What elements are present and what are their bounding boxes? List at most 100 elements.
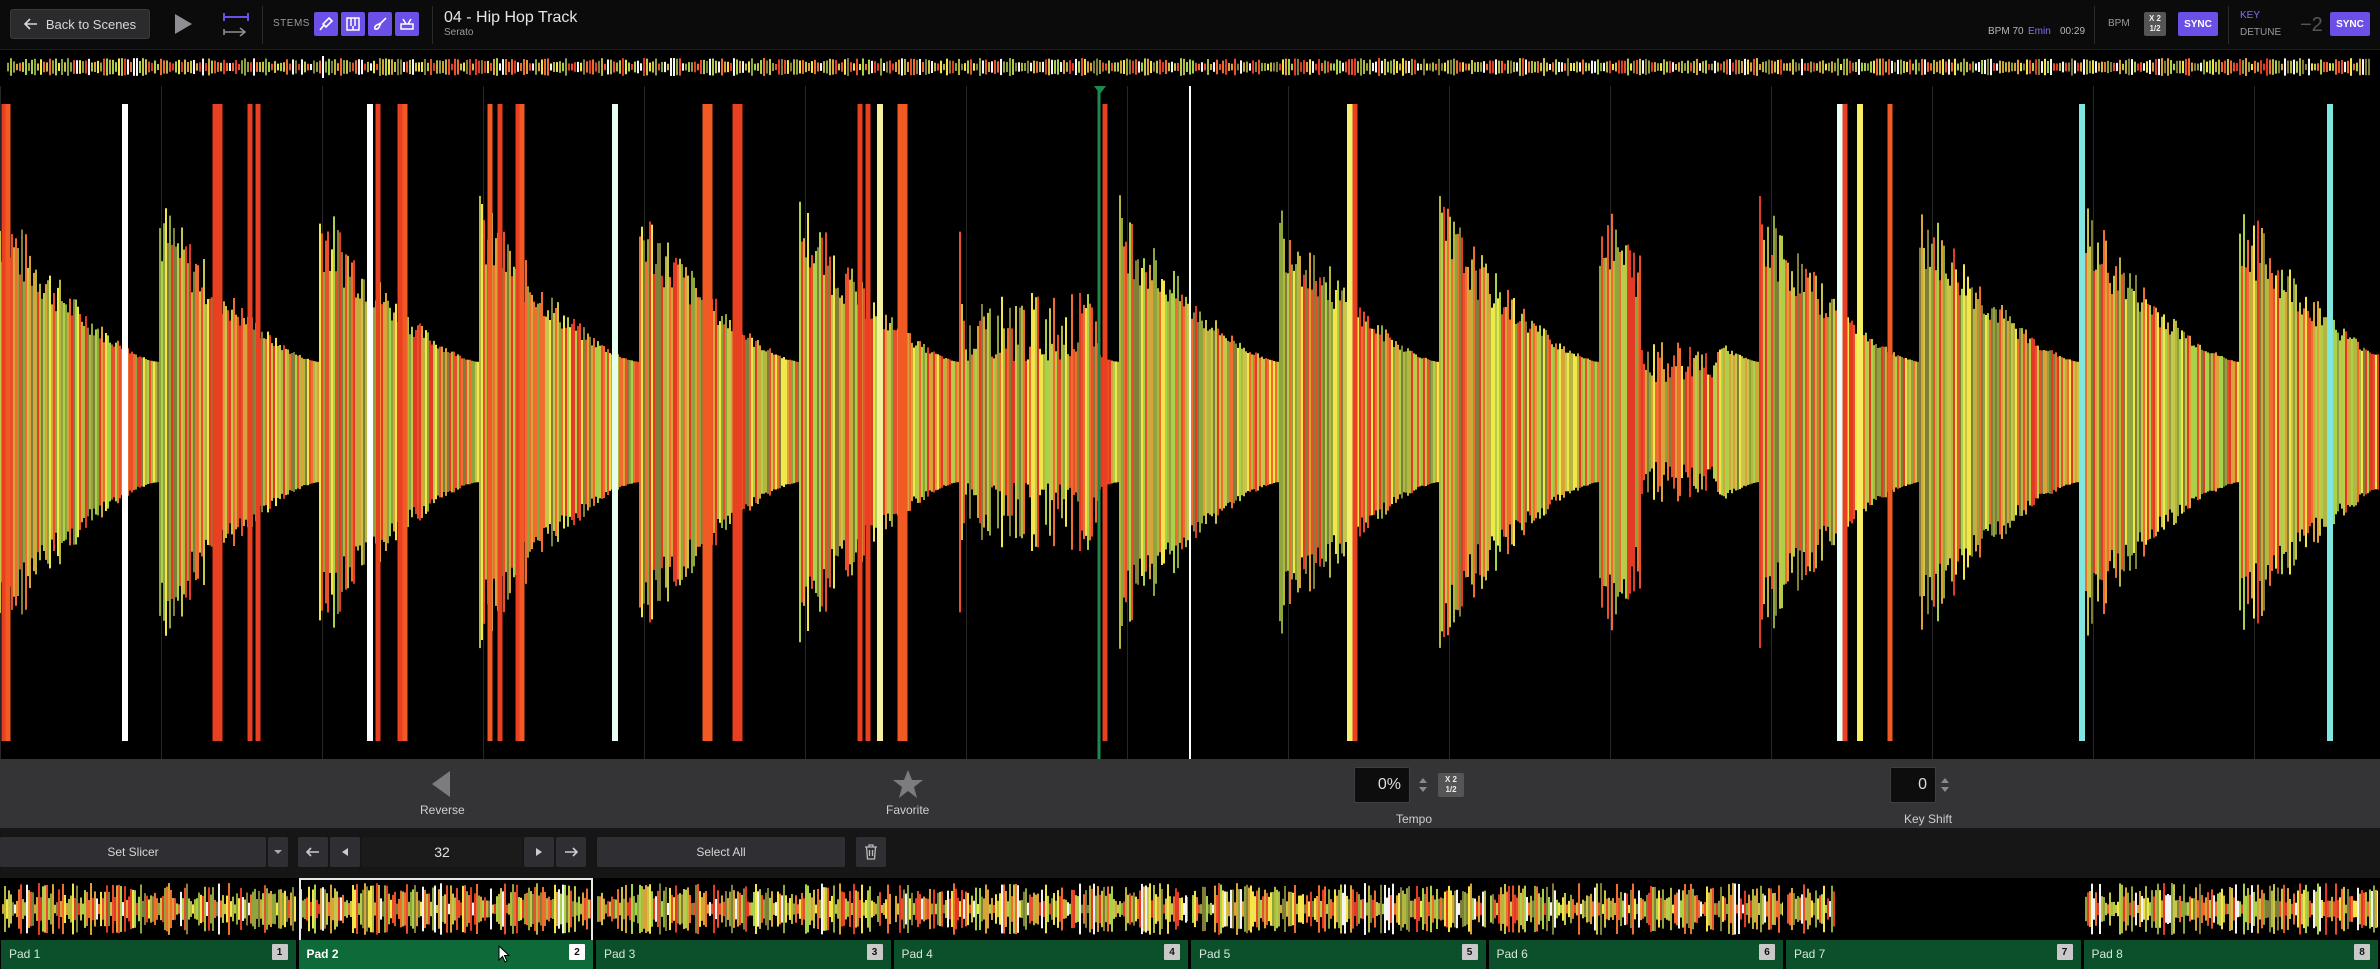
pad-waveform — [597, 883, 891, 935]
tempo-multiply-label: X 2 — [1444, 775, 1457, 784]
pad-waveform — [1192, 883, 1486, 935]
divider — [2228, 6, 2229, 44]
stem-drums-button[interactable] — [395, 12, 419, 36]
back-to-scenes-label: Back to Scenes — [45, 16, 137, 32]
reverse-button[interactable]: Reverse — [420, 769, 465, 817]
stem-bass-button[interactable] — [368, 12, 392, 36]
reverse-label: Reverse — [420, 803, 465, 817]
select-all-button[interactable]: Select All — [597, 837, 845, 867]
pad-name: Pad 5 — [1199, 947, 1231, 961]
jump-last-button[interactable] — [556, 837, 586, 867]
bpm-multiply-divide-button[interactable]: X 2 1/2 — [2144, 12, 2166, 36]
star-icon — [892, 770, 923, 798]
multiply-label: X 2 — [2148, 14, 2161, 23]
arrow-left-icon — [23, 18, 37, 30]
previous-button[interactable] — [330, 837, 360, 867]
drums-icon — [400, 18, 414, 30]
pad-footer — [596, 940, 891, 969]
key-shift-label: Key Shift — [1904, 812, 1953, 826]
tempo-input[interactable]: 0% — [1354, 767, 1410, 803]
pad-footer — [1191, 940, 1486, 969]
keys-icon — [346, 17, 360, 31]
pad-waveform — [894, 883, 1188, 935]
key-shift-input[interactable]: 0 — [1890, 767, 1936, 803]
divide-label: 1/2 — [2149, 24, 2161, 33]
pad-name: Pad 6 — [1496, 947, 1528, 961]
slice-controls-panel: Reverse Favorite 0% X 2 1/2 Tempo 0 Key … — [0, 759, 2380, 828]
divider — [432, 6, 433, 44]
guitar-icon — [374, 17, 387, 30]
pad-number-badge: 4 — [1164, 944, 1180, 960]
pad-6[interactable]: Pad 6 6 — [1488, 878, 1783, 969]
delete-button[interactable] — [856, 837, 886, 867]
caret-right-icon — [536, 848, 542, 856]
pad-waveform — [2084, 883, 2378, 935]
time-info: 00:29 — [2060, 26, 2086, 37]
tempo-label: Tempo — [1396, 812, 1433, 826]
selection-frame — [298, 878, 593, 940]
slicer-toolbar: Set Slicer 32 Select All — [0, 828, 2380, 878]
caret-left-icon — [342, 848, 348, 856]
pad-number-badge: 3 — [866, 944, 883, 960]
pad-2[interactable]: Pad 2 2 — [298, 878, 593, 969]
bpm-sync-button[interactable]: SYNC — [2178, 12, 2218, 36]
detune-label: DETUNE — [2240, 27, 2282, 38]
track-overview[interactable] — [0, 56, 2380, 78]
mouse-pointer-icon — [498, 945, 510, 963]
key-shift-value: 0 — [1918, 776, 1927, 793]
set-slicer-label: Set Slicer — [107, 845, 159, 859]
chevron-down-icon — [274, 850, 282, 854]
pad-5[interactable]: Pad 5 5 — [1191, 878, 1486, 969]
pad-8[interactable]: Pad 8 8 — [2083, 878, 2378, 969]
pad-name: Pad 2 — [306, 947, 339, 961]
key-sync-button[interactable]: SYNC — [2330, 12, 2370, 36]
favorite-label: Favorite — [886, 803, 930, 817]
pad-7[interactable]: Pad 7 7 — [1786, 878, 2081, 969]
pad-number-badge: 2 — [569, 944, 585, 960]
pad-3[interactable]: Pad 3 3 — [596, 878, 891, 969]
slicer-dropdown-button[interactable] — [268, 837, 288, 867]
arrow-left-icon — [306, 847, 319, 857]
jump-first-button[interactable] — [298, 837, 328, 867]
set-slicer-button[interactable]: Set Slicer — [0, 837, 266, 867]
play-icon[interactable] — [172, 12, 194, 36]
pad-1[interactable]: Pad 1 1 — [1, 878, 296, 969]
stem-melody-button[interactable] — [341, 12, 365, 36]
back-to-scenes-button[interactable]: Back to Scenes — [10, 9, 150, 39]
track-artist: Serato — [444, 27, 474, 38]
bpm-label: BPM — [2108, 18, 2130, 29]
pad-waveform — [2, 883, 296, 935]
select-all-label: Select All — [696, 845, 746, 859]
main-waveform[interactable] — [0, 86, 2380, 759]
pad-footer — [298, 940, 593, 969]
stem-vocals-button[interactable] — [314, 12, 338, 36]
loop-range-icon[interactable] — [222, 9, 250, 39]
tempo-divide-label: 1/2 — [1445, 785, 1457, 794]
key-shift-stepper-icon[interactable] — [1940, 775, 1950, 795]
slice-count-display: 32 — [362, 837, 522, 867]
track-title: 04 - Hip Hop Track — [444, 9, 578, 26]
pad-name: Pad 1 — [9, 947, 41, 961]
pad-footer — [1786, 940, 2081, 969]
pad-name: Pad 3 — [604, 947, 636, 961]
pad-number-badge: 6 — [1759, 944, 1775, 960]
pad-footer — [1, 940, 296, 969]
pad-footer — [1488, 940, 1783, 969]
key-label: KEY — [2240, 10, 2261, 21]
pads-row: Pad 1 1 Pad 2 2 Pad 3 3 Pad 4 4 Pad 5 5 Pad 6 6 Pad … — [0, 878, 2380, 969]
arrow-right-icon — [565, 847, 578, 857]
favorite-button[interactable]: Favorite — [886, 769, 929, 817]
tempo-multiply-divide-button[interactable]: X 2 1/2 — [1438, 773, 1464, 797]
next-button[interactable] — [524, 837, 554, 867]
trash-icon — [865, 844, 877, 860]
pad-4[interactable]: Pad 4 4 — [893, 878, 1188, 969]
divider — [2094, 6, 2095, 44]
stems-label: STEMS — [273, 18, 310, 29]
pad-number-badge: 7 — [2056, 944, 2073, 960]
bpm-info: BPM 70 — [1988, 26, 2024, 37]
pad-waveform — [1787, 884, 1835, 934]
pad-number-badge: 1 — [271, 944, 288, 960]
detune-value: −2 — [2300, 14, 2323, 36]
tempo-stepper-icon[interactable] — [1418, 775, 1428, 795]
pad-number-badge: 8 — [2354, 944, 2370, 960]
